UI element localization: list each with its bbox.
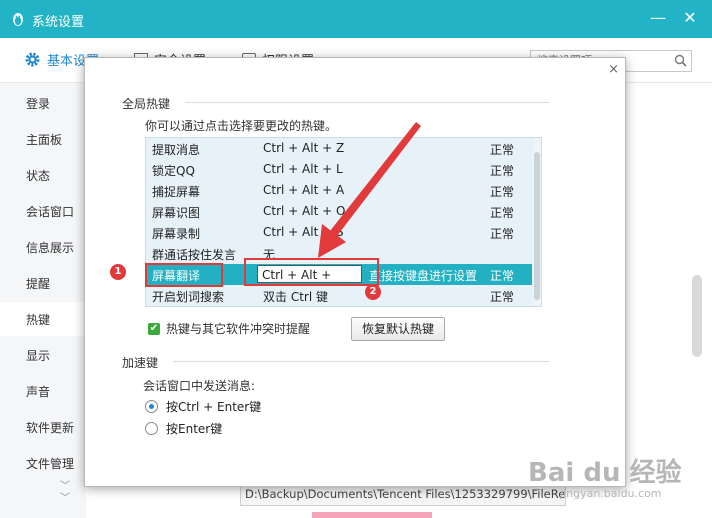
watermark-url: jingyan.baidu.com bbox=[560, 487, 662, 500]
watermark-logo: Bai du 经验 bbox=[528, 458, 682, 488]
annotation-arrow-icon bbox=[318, 122, 421, 258]
